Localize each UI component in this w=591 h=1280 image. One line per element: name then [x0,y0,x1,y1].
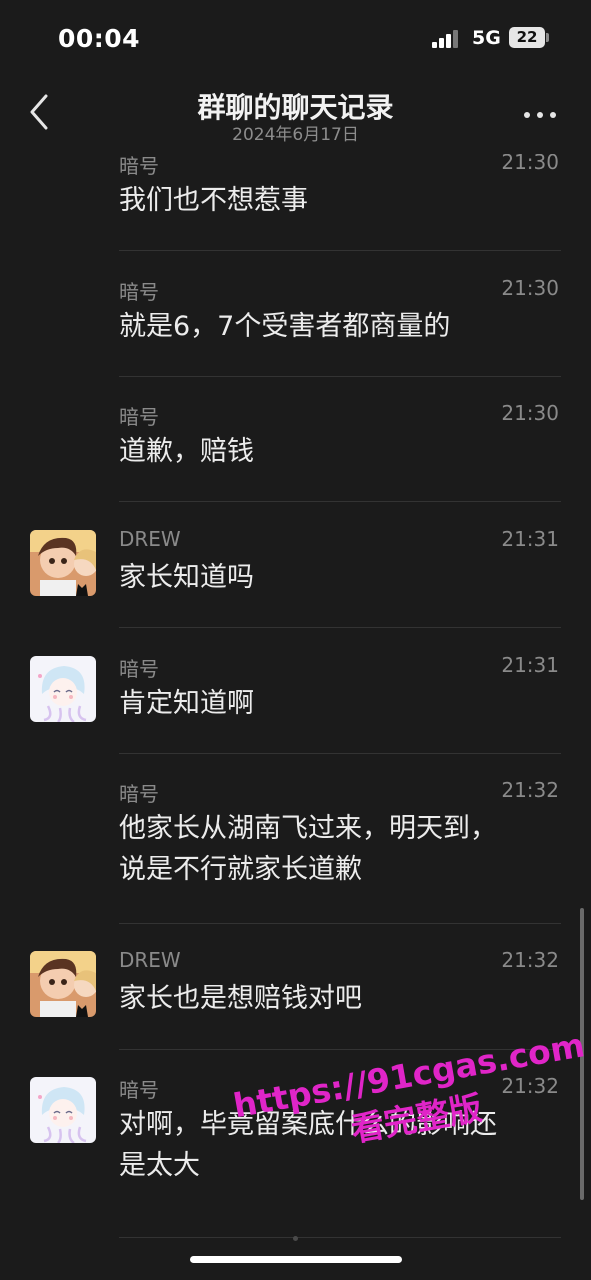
avatar-drew-image [30,530,96,596]
divider [119,250,561,251]
message-time: 21:30 [501,154,559,174]
message-sender: 暗号 [119,657,159,681]
message-text: 家长也是想赔钱对吧 [119,983,362,1014]
more-button[interactable] [520,106,560,126]
message-text: 肯定知道啊 [119,688,254,719]
message-text: 就是6，7个受害者都商量的 [119,311,451,342]
avatar-anhao-image [30,656,96,722]
nav-header: 群聊的聊天记录 2024年6月17日 [0,78,591,154]
message-text: 他家长从湖南飞过来，明天到， 说是不行就家长道歉 [119,813,497,885]
message-time: 21:30 [501,276,559,300]
message-text: 我们也不想惹事 [119,185,308,216]
status-time: 00:04 [58,24,141,53]
status-bar: 00:04 5G 22 [0,0,591,78]
message-time: 21:30 [501,401,559,425]
message-time: 21:31 [501,653,559,677]
divider [119,376,561,377]
message-text: 道歉，赔钱 [119,436,254,467]
divider [119,753,561,754]
message-time: 21:31 [501,527,559,551]
divider [119,501,561,502]
message-text: 家长知道吗 [119,562,254,593]
divider [119,627,561,628]
message-time: 21:32 [501,778,559,802]
page-dot [293,1236,298,1241]
message-sender: 暗号 [119,405,159,429]
battery-icon: 22 [509,27,545,48]
message-time: 21:32 [501,948,559,972]
battery-cap [546,33,549,42]
avatar-anhao-image [30,1077,96,1143]
avatar-drew-image [30,951,96,1017]
message-sender: 暗号 [119,782,159,806]
message-sender: DREW [119,948,181,972]
network-label: 5G [472,27,501,49]
divider [119,923,561,924]
avatar[interactable] [30,656,96,722]
message-sender: 暗号 [119,280,159,304]
divider [119,1237,561,1238]
avatar[interactable] [30,1077,96,1143]
page-date: 2024年6月17日 [232,125,359,145]
signal-icon [432,30,462,48]
message-sender: 暗号 [119,1078,159,1102]
avatar[interactable] [30,530,96,596]
home-indicator[interactable] [190,1256,402,1263]
message-sender: 暗号 [119,154,159,178]
message-sender: DREW [119,527,181,551]
avatar[interactable] [30,951,96,1017]
